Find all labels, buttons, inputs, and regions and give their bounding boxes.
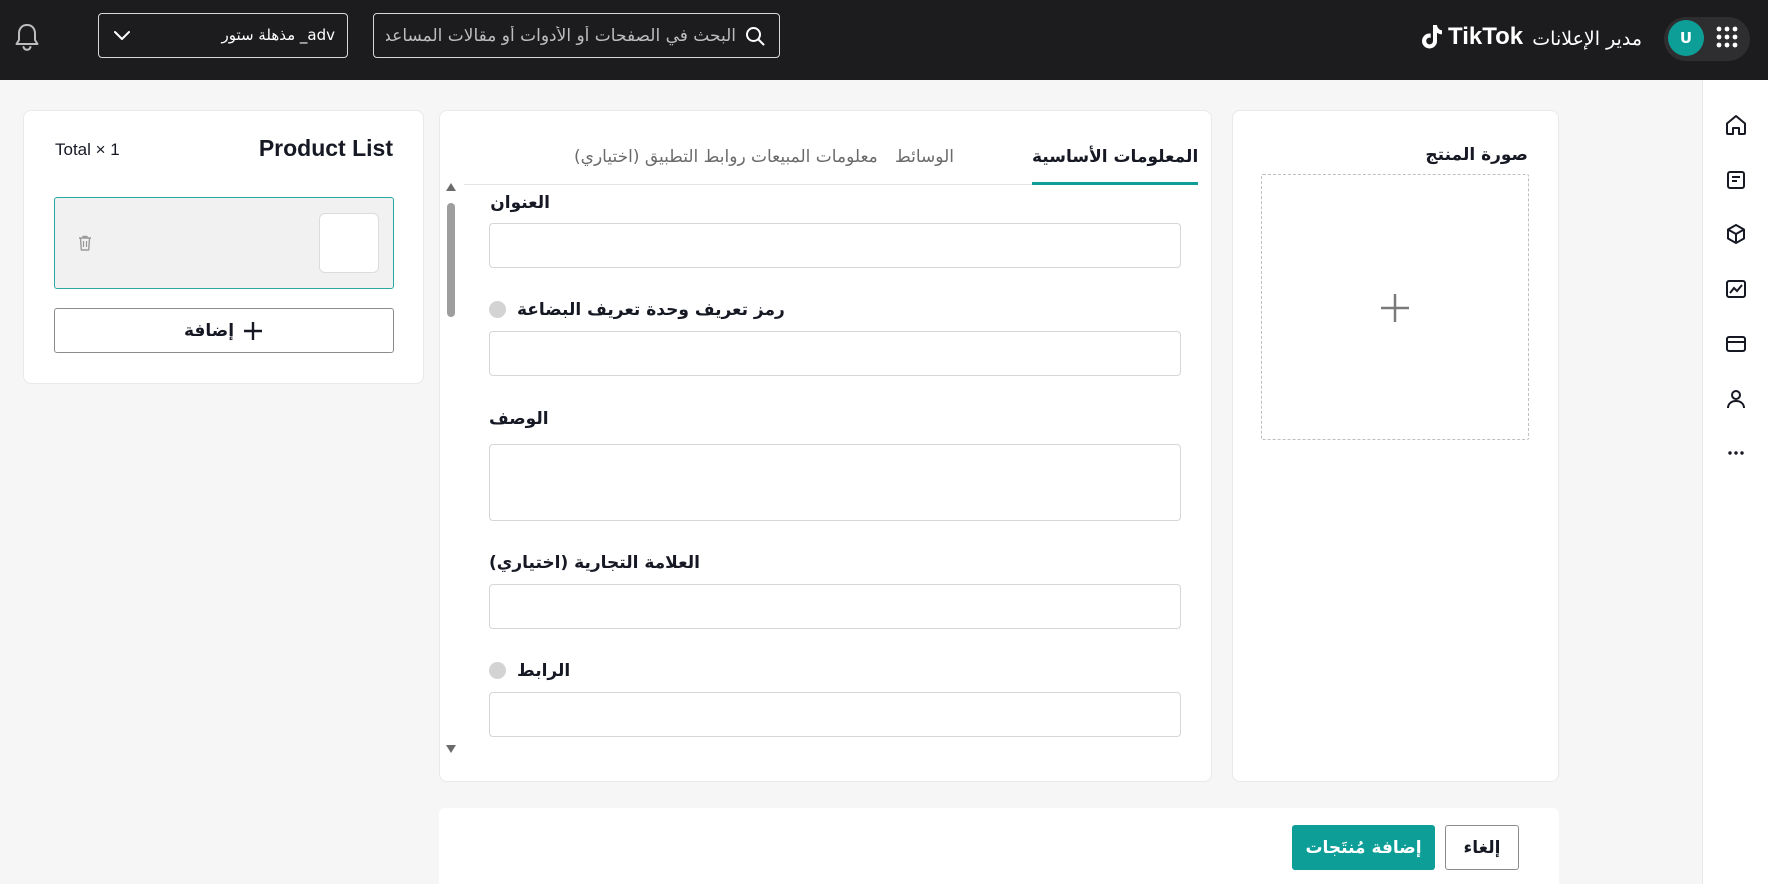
account-name: مذهلة ستور _adv <box>221 26 335 44</box>
home-icon[interactable] <box>1723 112 1749 138</box>
brand-logo[interactable]: TikTok <box>1420 21 1523 53</box>
add-button-label: إضافة <box>183 320 235 341</box>
sku-info-icon[interactable] <box>489 301 506 318</box>
tab-app-links[interactable]: روابط التطبيق (اختياري) <box>574 143 746 185</box>
search-box[interactable] <box>373 13 780 58</box>
avatar[interactable]: U <box>1668 20 1704 56</box>
image-upload-box[interactable] <box>1261 174 1529 440</box>
trash-icon[interactable] <box>77 234 93 252</box>
plus-icon <box>244 321 263 340</box>
add-products-button[interactable]: إضافة مُنتَجات <box>1292 825 1435 870</box>
description-textarea[interactable] <box>489 444 1181 521</box>
sku-label: رمز تعريف وحدة تعريف البضاعة <box>517 300 785 320</box>
scroll-up-icon[interactable] <box>446 183 456 191</box>
product-form-panel: المعلومات الأساسية الوسائط معلومات المبي… <box>439 110 1212 782</box>
billing-icon[interactable] <box>1723 331 1749 357</box>
brand-name: TikTok <box>1448 23 1524 50</box>
tab-basic-info[interactable]: المعلومات الأساسية <box>1032 143 1199 185</box>
title-label: العنوان <box>490 193 550 213</box>
title-input[interactable] <box>489 223 1181 268</box>
product-list-title: Product List <box>258 135 393 161</box>
link-label: الرابط <box>517 661 571 681</box>
product-thumbnail <box>319 213 379 273</box>
account-icon[interactable] <box>1723 386 1749 412</box>
analytics-icon[interactable] <box>1723 276 1749 302</box>
tiktok-logo-icon <box>1422 25 1442 49</box>
search-icon <box>746 27 765 46</box>
product-card[interactable] <box>54 197 394 289</box>
form-tabs: المعلومات الأساسية الوسائط معلومات المبي… <box>464 135 1199 185</box>
form-scrollbar[interactable] <box>444 183 458 753</box>
apps-grid-icon[interactable] <box>1716 26 1738 48</box>
sku-input[interactable] <box>489 331 1181 376</box>
product-list-total: Total × 1 <box>55 140 120 159</box>
cancel-button[interactable]: إلغاء <box>1445 825 1519 870</box>
campaign-icon[interactable] <box>1723 167 1749 193</box>
chevron-down-icon <box>114 31 130 40</box>
scroll-down-icon[interactable] <box>446 745 456 753</box>
scroll-thumb[interactable] <box>447 203 455 317</box>
link-info-icon[interactable] <box>489 662 506 679</box>
tab-media[interactable]: الوسائط <box>895 143 954 185</box>
app-title: مدير الإعلانات <box>1532 28 1642 50</box>
tab-sales-info[interactable]: معلومات المبيعات <box>751 143 878 185</box>
product-list-panel: Product List Total × 1 إضافة <box>23 110 424 384</box>
link-input[interactable] <box>489 692 1181 737</box>
brand-input[interactable] <box>489 584 1181 629</box>
search-input[interactable] <box>386 14 736 57</box>
top-bar: U مدير الإعلانات TikTok مذهلة ستور _adv <box>0 0 1768 80</box>
bell-icon[interactable] <box>13 22 41 52</box>
plus-icon <box>1381 294 1409 322</box>
catalog-icon[interactable] <box>1723 221 1749 247</box>
brand-label: العلامة التجارية (اختياري) <box>489 553 700 573</box>
footer-bar: إضافة مُنتَجات إلغاء <box>439 808 1559 884</box>
more-icon[interactable] <box>1723 440 1749 466</box>
side-nav <box>1702 80 1768 884</box>
product-image-panel: صورة المنتج <box>1232 110 1559 782</box>
account-select[interactable]: مذهلة ستور _adv <box>98 13 348 58</box>
product-image-label: صورة المنتج <box>1425 145 1528 165</box>
add-product-button[interactable]: إضافة <box>54 308 394 353</box>
description-label: الوصف <box>489 409 549 429</box>
